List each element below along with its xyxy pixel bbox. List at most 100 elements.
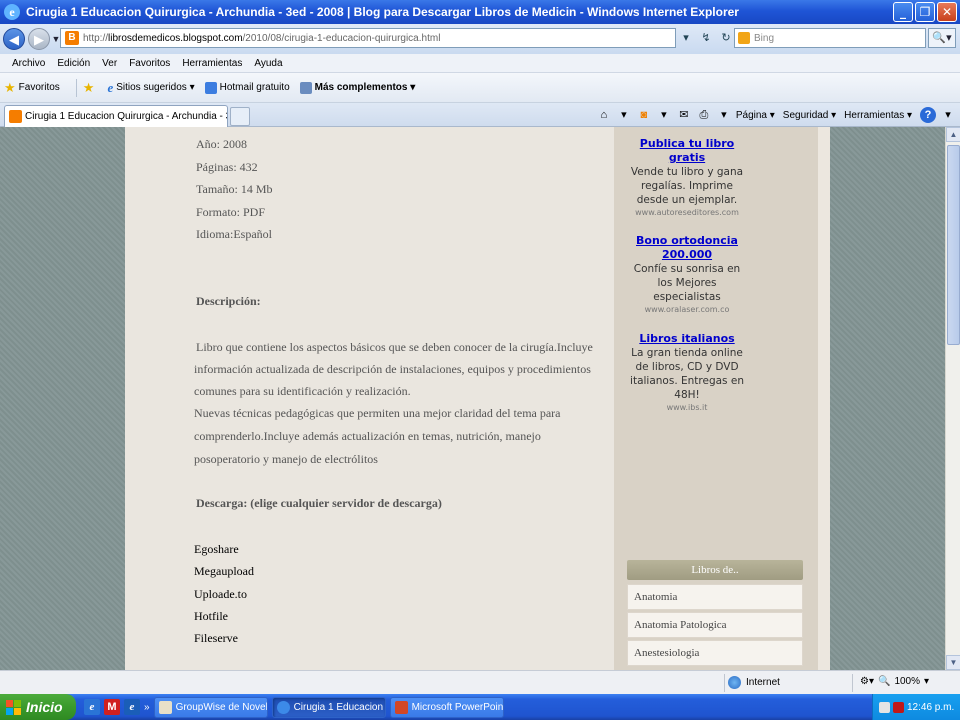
scroll-down-button[interactable]: ▼ bbox=[946, 655, 960, 670]
page-background-right bbox=[830, 127, 945, 670]
description-line: comunes para su identificación y realiza… bbox=[194, 384, 411, 398]
ad-block: Bono ortodoncia 200.000 Confíe su sonris… bbox=[614, 234, 760, 314]
zoom-dropdown-icon[interactable]: ▾ bbox=[924, 676, 929, 687]
ad-title-link[interactable]: Bono ortodoncia 200.000 bbox=[614, 234, 760, 262]
print-dropdown-icon[interactable]: ▾ bbox=[716, 107, 732, 123]
address-input[interactable]: B http://librosdemedicos.blogspot.com/20… bbox=[60, 28, 676, 48]
ad-url[interactable]: www.ibs.it bbox=[614, 403, 760, 412]
ie-task-icon bbox=[276, 700, 290, 714]
ad-title-link[interactable]: Libros italianos bbox=[614, 332, 760, 346]
ad-title-line[interactable]: Publica tu libro bbox=[614, 137, 760, 151]
search-button[interactable]: 🔍▾ bbox=[928, 28, 956, 48]
suggested-sites-link[interactable]: e Sitios sugeridos ▾ bbox=[107, 80, 194, 96]
scroll-up-button[interactable]: ▲ bbox=[946, 127, 960, 142]
tab-row: Cirugia 1 Educacion Quirurgica - Archund… bbox=[0, 103, 960, 127]
zoom-control[interactable]: ⚙▾ 🔍 100% ▾ bbox=[860, 676, 929, 687]
download-link-egoshare[interactable]: Egoshare bbox=[194, 542, 239, 557]
window-title: Cirugia 1 Educacion Quirurgica - Archund… bbox=[26, 5, 739, 19]
new-tab-button[interactable] bbox=[230, 107, 250, 126]
ad-title-link[interactable]: Publica tu libro gratis bbox=[614, 137, 760, 165]
task-ie[interactable]: Cirugia 1 Educacion Q... bbox=[271, 696, 386, 718]
menu-edicion[interactable]: Edición bbox=[51, 58, 96, 69]
libros-item-anatomia[interactable]: Anatomia bbox=[627, 584, 803, 610]
description-line: posoperatorio y manejo de electrólitos bbox=[194, 452, 378, 466]
tools-menu[interactable]: Herramientas ▾ bbox=[844, 110, 912, 121]
network-icon[interactable] bbox=[879, 701, 890, 713]
clock[interactable]: 12:46 p.m. bbox=[907, 702, 954, 713]
menu-herramientas[interactable]: Herramientas bbox=[176, 58, 248, 69]
address-toolbar: ◀ ▶ ▼ B http://librosdemedicos.blogspot.… bbox=[0, 24, 960, 54]
antivirus-icon[interactable] bbox=[893, 701, 904, 713]
groupwise-icon bbox=[158, 700, 172, 714]
ad-title-line[interactable]: Libros italianos bbox=[614, 332, 760, 346]
restore-button[interactable]: ❐ bbox=[915, 2, 935, 22]
rss-dropdown-icon[interactable]: ▾ bbox=[656, 107, 672, 123]
tab-label: Cirugia 1 Educacion Quirurgica - Archund… bbox=[25, 111, 227, 122]
help-icon[interactable]: ? bbox=[920, 107, 936, 123]
libros-heading: Libros de.. bbox=[627, 560, 803, 580]
security-zone[interactable]: Internet bbox=[728, 676, 780, 689]
page-background-left bbox=[0, 127, 125, 670]
ie-quicklaunch-icon[interactable]: e bbox=[84, 699, 100, 715]
zoom-icon: 🔍 bbox=[877, 676, 891, 687]
download-link-hotfile[interactable]: Hotfile bbox=[194, 609, 228, 624]
ie2-quicklaunch-icon[interactable]: e bbox=[124, 699, 140, 715]
menu-ayuda[interactable]: Ayuda bbox=[248, 58, 288, 69]
security-menu[interactable]: Seguridad ▾ bbox=[783, 110, 836, 121]
tab-active[interactable]: Cirugia 1 Educacion Quirurgica - Archund… bbox=[4, 105, 228, 127]
more-addons-link[interactable]: Más complementos ▾ bbox=[299, 81, 415, 94]
add-favorite-button[interactable]: ★ bbox=[83, 80, 98, 96]
detail-pages: Páginas: 432 bbox=[196, 160, 258, 174]
ad-body-line: de libros, CD y DVD bbox=[635, 361, 739, 373]
star-icon: ★ bbox=[4, 79, 16, 95]
minimize-button[interactable]: _ bbox=[893, 2, 913, 22]
compatibility-icon[interactable]: ↯ bbox=[698, 30, 714, 46]
vertical-scrollbar[interactable]: ▲ ▼ bbox=[945, 127, 960, 670]
suggested-sites-label: Sitios sugeridos ▾ bbox=[116, 82, 195, 93]
back-button[interactable]: ◀ bbox=[3, 28, 25, 50]
page-menu[interactable]: Página ▾ bbox=[736, 110, 775, 121]
menu-ver[interactable]: Ver bbox=[96, 58, 123, 69]
task-groupwise[interactable]: GroupWise de Novell ... bbox=[153, 696, 268, 718]
close-button[interactable]: ✕ bbox=[937, 2, 957, 22]
gmail-quicklaunch-icon[interactable]: M bbox=[104, 699, 120, 715]
menu-favoritos[interactable]: Favoritos bbox=[123, 58, 176, 69]
download-link-megaupload[interactable]: Megaupload bbox=[194, 564, 254, 579]
detail-format: Formato: PDF bbox=[196, 205, 266, 219]
menu-archivo[interactable]: Archivo bbox=[6, 58, 51, 69]
ad-url[interactable]: www.autoreseditores.com bbox=[614, 208, 760, 217]
home-icon[interactable]: ⌂ bbox=[596, 107, 612, 123]
quicklaunch-more-icon[interactable]: » bbox=[144, 702, 150, 713]
start-button[interactable]: Inicio bbox=[0, 694, 76, 720]
address-dropdown-icon[interactable]: ▾ bbox=[678, 30, 694, 46]
libros-item-anatomia-patologica[interactable]: Anatomia Patologica bbox=[627, 612, 803, 638]
rss-icon[interactable]: ◙ bbox=[636, 107, 652, 123]
help-dropdown-icon[interactable]: ▾ bbox=[940, 107, 956, 123]
ad-title-line[interactable]: 200.000 bbox=[614, 248, 760, 262]
download-heading: Descarga: (elige cualquier servidor de d… bbox=[196, 496, 442, 510]
ad-body-line: desde un ejemplar. bbox=[636, 194, 738, 206]
task-label: Microsoft PowerPoint ... bbox=[411, 701, 504, 713]
favorites-button[interactable]: ★ Favoritos bbox=[4, 80, 60, 96]
forward-button[interactable]: ▶ bbox=[28, 28, 50, 50]
task-powerpoint[interactable]: Microsoft PowerPoint ... bbox=[389, 696, 504, 718]
scroll-thumb[interactable] bbox=[947, 145, 960, 345]
ad-url[interactable]: www.oralaser.com.co bbox=[614, 305, 760, 314]
home-dropdown-icon[interactable]: ▾ bbox=[616, 107, 632, 123]
ie-icon: e bbox=[107, 79, 114, 95]
mail-icon[interactable]: ✉ bbox=[676, 107, 692, 123]
blogger-tab-icon bbox=[9, 110, 22, 123]
ad-title-line[interactable]: Bono ortodoncia bbox=[614, 234, 760, 248]
ad-body-line: italianos. Entregas en bbox=[630, 375, 744, 387]
ad-body-line: Confíe su sonrisa en bbox=[633, 263, 741, 275]
print-icon[interactable]: ⎙ bbox=[696, 107, 712, 123]
search-input[interactable]: Bing bbox=[734, 28, 926, 48]
refresh-icon[interactable]: ↻ bbox=[718, 30, 734, 46]
download-link-fileserve[interactable]: Fileserve bbox=[194, 631, 238, 646]
status-divider bbox=[724, 674, 725, 692]
libros-item-anestesiologia[interactable]: Anestesiologia bbox=[627, 640, 803, 666]
protected-mode-icon[interactable]: ⚙▾ bbox=[860, 676, 874, 687]
hotmail-link[interactable]: Hotmail gratuito bbox=[204, 81, 290, 94]
download-link-uploadedto[interactable]: Uploade.to bbox=[194, 587, 247, 602]
ad-title-line[interactable]: gratis bbox=[614, 151, 760, 165]
